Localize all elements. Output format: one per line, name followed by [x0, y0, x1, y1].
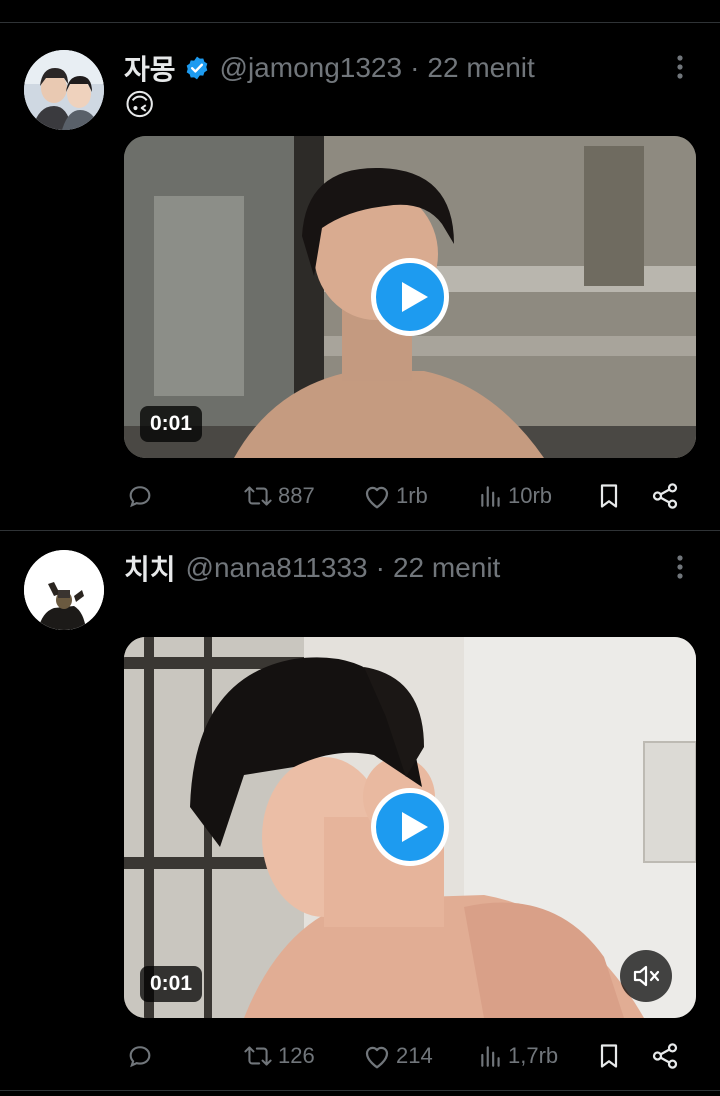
share-button[interactable] — [650, 1036, 680, 1076]
avatar[interactable] — [24, 550, 104, 630]
tweet-header: 자몽 @jamong1323 · 22 menit — [124, 46, 535, 90]
retweet-count: 887 — [278, 483, 315, 508]
tweet-actions: 126 214 1,7rb — [124, 1036, 696, 1076]
like-icon — [365, 1046, 389, 1069]
bookmark-button[interactable] — [596, 1036, 622, 1076]
reply-icon — [129, 1046, 151, 1068]
share-icon — [652, 1043, 678, 1069]
play-icon — [402, 282, 428, 312]
more-icon[interactable] — [670, 52, 690, 82]
tweet-actions: 887 1rb 10rb — [124, 476, 696, 516]
play-button[interactable] — [371, 788, 449, 866]
views-icon — [481, 486, 500, 507]
play-button[interactable] — [371, 258, 449, 336]
display-name[interactable]: 자몽 — [124, 48, 176, 88]
views-button[interactable]: 10rb — [478, 476, 552, 516]
share-icon — [652, 483, 678, 509]
avatar[interactable] — [24, 50, 104, 130]
bookmark-button[interactable] — [596, 476, 622, 516]
reply-icon — [129, 486, 151, 508]
play-icon — [402, 812, 428, 842]
like-button[interactable]: 1rb — [362, 476, 428, 516]
retweet-icon — [244, 486, 272, 506]
tweet-text: 🙃 — [124, 89, 156, 122]
bookmark-icon — [600, 1044, 618, 1068]
retweet-button[interactable]: 887 — [242, 476, 315, 516]
views-count: 10rb — [508, 483, 553, 508]
like-count: 214 — [396, 1043, 433, 1068]
reply-button[interactable] — [126, 476, 154, 516]
retweet-button[interactable]: 126 — [242, 1036, 315, 1076]
bookmark-icon — [600, 484, 618, 508]
retweet-icon — [244, 1046, 272, 1066]
mute-icon — [633, 965, 660, 987]
tweet-header: 치치 @nana811333 · 22 menit — [124, 546, 500, 590]
timestamp[interactable]: 22 menit — [393, 552, 500, 584]
mute-button[interactable] — [620, 950, 672, 1002]
more-icon[interactable] — [670, 552, 690, 582]
like-count: 1rb — [396, 483, 428, 508]
views-icon — [481, 1046, 500, 1067]
like-icon — [365, 486, 389, 509]
reply-button[interactable] — [126, 1036, 154, 1076]
video-duration: 0:01 — [140, 966, 203, 1002]
verified-badge-icon — [186, 56, 207, 80]
separator: · — [410, 52, 420, 83]
video-player[interactable]: 0:01 — [124, 136, 696, 458]
tweet-divider — [0, 530, 720, 531]
views-count: 1,7rb — [508, 1043, 559, 1068]
display-name[interactable]: 치치 — [124, 548, 176, 588]
like-button[interactable]: 214 — [362, 1036, 433, 1076]
bottom-divider — [0, 1090, 720, 1091]
share-button[interactable] — [650, 476, 680, 516]
retweet-count: 126 — [278, 1043, 315, 1068]
video-duration: 0:01 — [140, 406, 203, 442]
handle[interactable]: @nana811333 — [186, 552, 368, 584]
video-player[interactable]: 0:01 — [124, 637, 696, 1018]
handle[interactable]: @jamong1323 — [220, 52, 403, 84]
timestamp[interactable]: 22 menit — [427, 52, 534, 84]
separator: · — [375, 552, 385, 583]
views-button[interactable]: 1,7rb — [478, 1036, 558, 1076]
top-divider — [0, 22, 720, 23]
